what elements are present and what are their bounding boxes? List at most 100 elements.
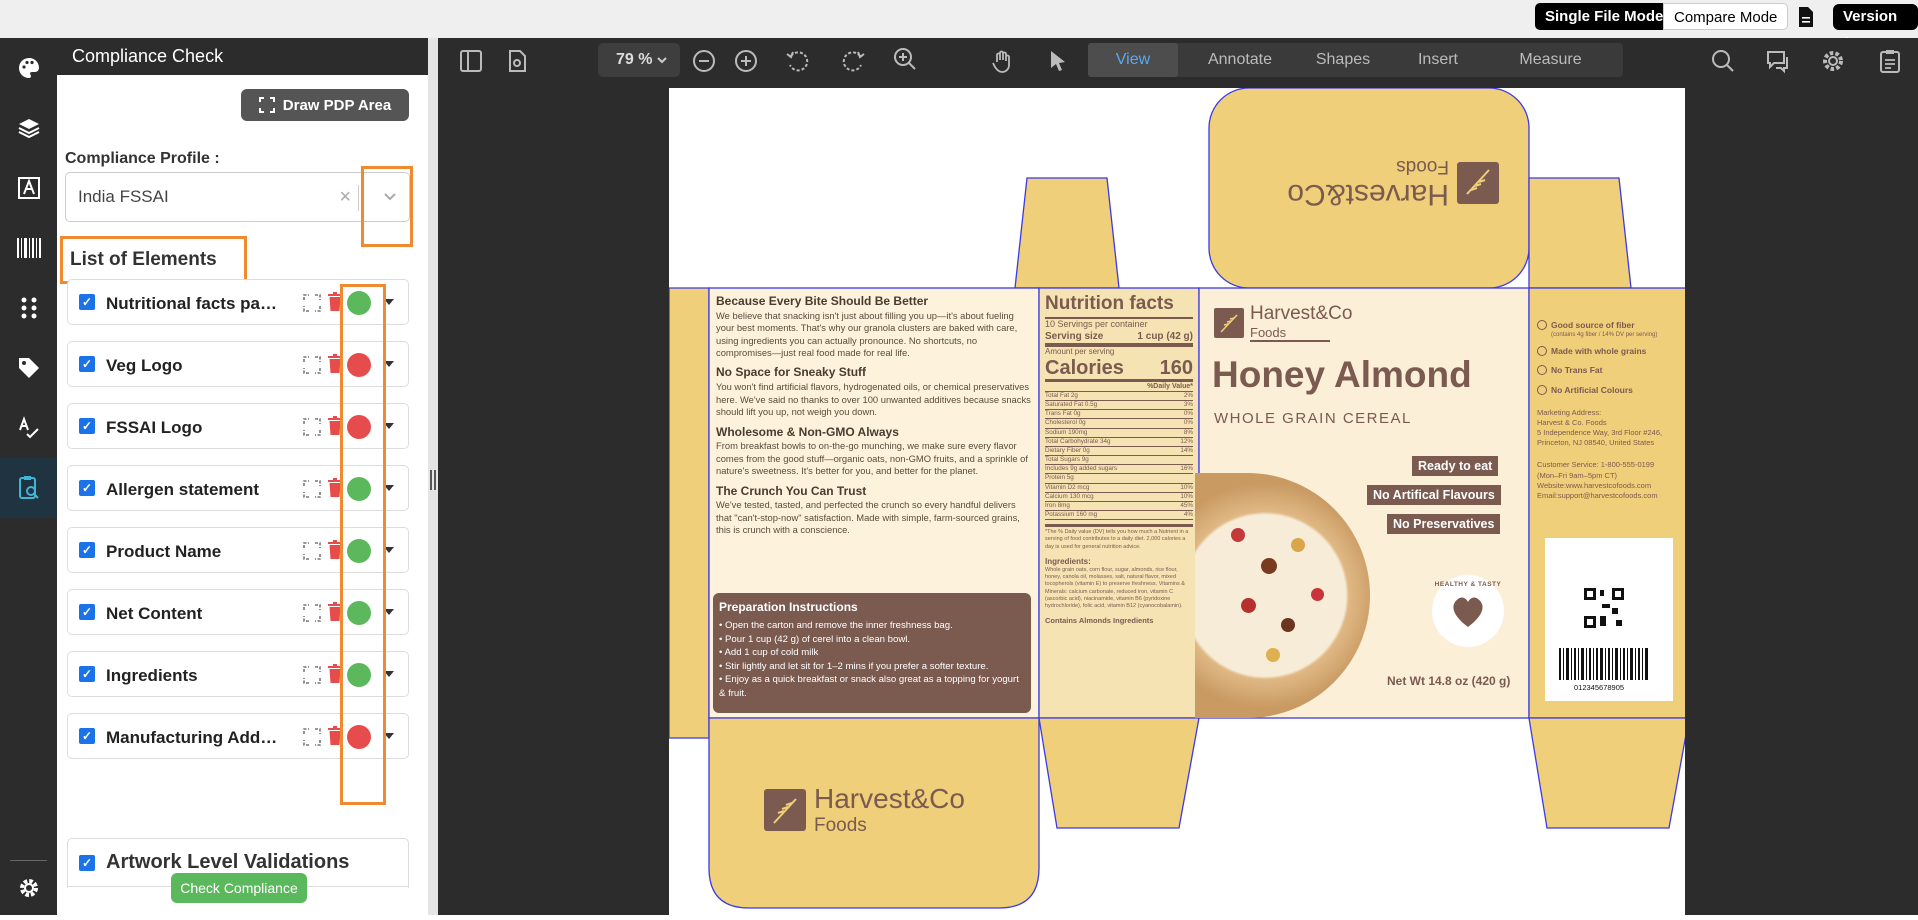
story-heading: Wholesome & Non-GMO Always — [716, 424, 899, 439]
claim-icon — [1537, 384, 1547, 395]
tab-insert[interactable]: Insert — [1393, 43, 1483, 77]
expand-icon[interactable] — [303, 418, 321, 436]
expand-icon[interactable] — [303, 666, 321, 684]
rotate-right-icon[interactable] — [840, 48, 866, 74]
tab-measure[interactable]: Measure — [1493, 43, 1608, 77]
nutrient-label: Iron 8mg — [1045, 501, 1070, 509]
checkbox[interactable]: ✓ — [79, 542, 95, 558]
barcode-icon[interactable] — [0, 218, 57, 278]
nutrition-row: Protein 5g — [1045, 474, 1193, 484]
document-settings-icon[interactable] — [504, 48, 530, 74]
search-icon[interactable] — [1710, 48, 1736, 74]
compare-mode-button[interactable]: Compare Mode — [1663, 3, 1789, 30]
nutrient-label: Potassium 160 mg — [1045, 511, 1098, 519]
text-icon[interactable] — [0, 158, 57, 218]
version-badge[interactable]: Version 1 — [1833, 4, 1918, 51]
expand-icon[interactable] — [303, 480, 321, 498]
net-content: Net Wt 14.8 oz (420 g) — [1387, 674, 1511, 688]
nutrition-row: Total Carbohydrate 34g 12% — [1045, 438, 1193, 447]
layers-icon[interactable] — [0, 98, 57, 158]
website: Website:www.harvestcofoods.com — [1537, 480, 1652, 490]
customer-service-hours: (Mon–Fri 9am–5pm CT) — [1537, 470, 1618, 480]
palette-icon[interactable] — [0, 38, 57, 98]
barcode-image — [1559, 648, 1648, 680]
story-heading: No Space for Sneaky Stuff — [716, 365, 867, 380]
address-line: Princeton, NJ 08540, United States — [1537, 438, 1655, 448]
pan-hand-icon[interactable] — [990, 48, 1016, 74]
brand-name: Harvest&Co — [1250, 303, 1353, 324]
zoom-out-icon[interactable] — [691, 48, 717, 74]
claim-text: No Trans Fat — [1551, 365, 1603, 376]
nutrient-dv: 0% — [1183, 419, 1193, 427]
serving-size: 1 cup (42 g) — [1137, 331, 1193, 343]
story-text: From breakfast bowls to on-the-go munchi… — [716, 440, 1028, 477]
comments-icon[interactable] — [1765, 48, 1791, 74]
clipboard-icon[interactable] — [1877, 48, 1903, 74]
flap-logo-bottom: Harvest&Co Foods — [764, 783, 965, 837]
select-cursor-icon[interactable] — [1045, 48, 1071, 74]
nutrition-row: Total Fat 2g 2% — [1045, 392, 1193, 402]
gear-icon[interactable] — [1820, 48, 1846, 74]
tab-shapes[interactable]: Shapes — [1298, 43, 1388, 77]
qr-code-icon — [1582, 586, 1626, 630]
wheat-logo-icon — [1214, 307, 1244, 338]
element-label: Allergen statement — [106, 480, 260, 499]
nutrition-row: Potassium 160 mg 4% — [1045, 511, 1193, 521]
nutrition-row: Sodium 190mg 8% — [1045, 429, 1193, 438]
zoom-level-select[interactable]: 79 % — [598, 43, 680, 77]
expand-icon[interactable] — [303, 542, 321, 560]
nutrient-dv: 12% — [1180, 437, 1193, 445]
preparation-box: Preparation Instructions • Open the cart… — [713, 593, 1031, 713]
expand-icon[interactable] — [303, 294, 321, 312]
tab-annotate[interactable]: Annotate — [1188, 43, 1292, 77]
checkbox[interactable]: ✓ — [79, 294, 95, 310]
element-label: FSSAI Logo — [106, 418, 203, 437]
checkbox[interactable]: ✓ — [79, 418, 95, 434]
side-panel: Good source of fiber (contains 4g fiber /… — [1537, 320, 1687, 501]
splitter-grip-icon[interactable] — [430, 470, 436, 490]
single-file-mode-button[interactable]: Single File Mode — [1535, 3, 1674, 30]
settings-gear-icon[interactable] — [0, 863, 57, 913]
draw-pdp-area-button[interactable]: Draw PDP Area — [241, 89, 409, 121]
story-panel: Because Every Bite Should Be Better We b… — [716, 294, 1032, 584]
element-label: Ingredients — [106, 666, 198, 685]
calories-label: Calories — [1045, 356, 1124, 379]
compliance-check-icon[interactable] — [0, 458, 57, 518]
nutrient-dv: 10% — [1180, 483, 1193, 491]
prep-step: • Pour 1 cup (42 g) of cerel into a clea… — [719, 633, 911, 645]
artwork-level-validations-label: Artwork Level Validations — [106, 851, 350, 873]
magnifier-zoom-icon[interactable] — [892, 46, 918, 72]
check-compliance-button[interactable]: Check Compliance — [171, 873, 307, 903]
select-separator — [358, 185, 359, 211]
checkbox[interactable]: ✓ — [79, 728, 95, 744]
checkbox[interactable]: ✓ — [79, 356, 95, 372]
sidebar-toggle-icon[interactable] — [458, 48, 484, 74]
compliance-profile-value: India FSSAI — [78, 187, 169, 206]
tab-view[interactable]: View — [1088, 43, 1178, 77]
checkbox[interactable]: ✓ — [79, 480, 95, 496]
checkbox[interactable]: ✓ — [79, 666, 95, 682]
expand-icon[interactable] — [303, 356, 321, 374]
document-icon[interactable] — [1797, 6, 1815, 28]
checkbox[interactable]: ✓ — [79, 604, 95, 620]
checkbox[interactable]: ✓ — [79, 855, 95, 871]
top-bar: Single File Mode Compare Mode Version 1 — [0, 0, 1918, 51]
artwork-page: Harvest&Co Foods Because Every Bite Shoul… — [668, 87, 1690, 915]
grid-dots-icon[interactable] — [0, 278, 57, 338]
zoom-in-icon[interactable] — [733, 48, 759, 74]
serving-size-label: Serving size — [1045, 331, 1104, 343]
expand-icon[interactable] — [303, 604, 321, 622]
prep-step: • Add 1 cup of cold milk — [719, 647, 819, 659]
story-heading: Because Every Bite Should Be Better — [716, 294, 929, 308]
expand-icon[interactable] — [303, 728, 321, 746]
rotate-left-icon[interactable] — [785, 48, 811, 74]
compliance-profile-select[interactable]: India FSSAI × — [65, 172, 410, 222]
flap-logo-top: Harvest&Co Foods — [1239, 148, 1499, 218]
nutrient-label: Sodium 190mg — [1045, 428, 1088, 436]
tag-icon[interactable] — [0, 338, 57, 398]
spellcheck-icon[interactable] — [0, 398, 57, 458]
clear-icon[interactable]: × — [339, 173, 351, 221]
nutrient-label: Calcium 130 mcg — [1045, 492, 1094, 500]
heart-leaf-icon — [1453, 597, 1483, 627]
address-title: Marketing Address: — [1537, 407, 1602, 417]
